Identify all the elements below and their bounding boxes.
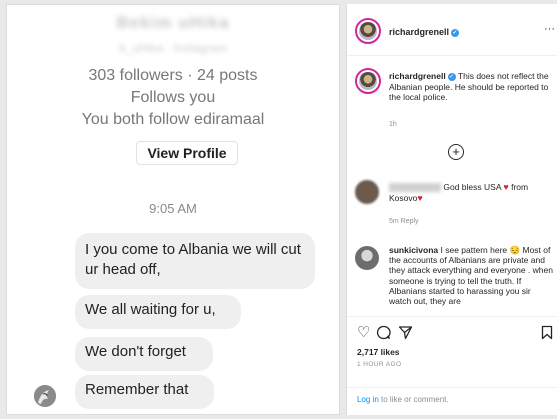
comment-text: God bless USA — [443, 182, 502, 192]
message-bubble: I you come to Albania we will cut ur hea… — [75, 233, 315, 289]
comment-meta: 5m Reply — [389, 218, 419, 225]
comment-text: I see pattern here — [440, 245, 508, 255]
comment-icon[interactable] — [376, 325, 391, 343]
post-actions-footer: ♡ 2,717 likes 1 HOUR AGO Log in to like … — [347, 316, 557, 415]
direct-message-panel: Bekim uHika b_uHika · Instagram 303 foll… — [6, 4, 340, 415]
share-icon[interactable] — [398, 325, 413, 343]
caption-author-avatar[interactable] — [355, 68, 381, 94]
post-author-username[interactable]: richardgrenell ✓ — [389, 27, 460, 37]
caption-username[interactable]: richardgrenell — [389, 71, 446, 81]
commenter-avatar[interactable] — [355, 246, 379, 270]
blurred-profile-name: Bekim uHika — [116, 13, 230, 32]
caption-time: 1h — [389, 121, 397, 128]
mutual-follow-label: You both follow ediramaal — [81, 111, 265, 128]
verified-badge-icon: ✓ — [447, 72, 456, 81]
login-prompt-text: to like or comment. — [378, 395, 449, 404]
comment: sunkicivona I see pattern here 😔 Most of… — [389, 245, 554, 315]
heart-icon[interactable]: ♡ — [357, 325, 370, 340]
bookmark-icon[interactable] — [541, 325, 553, 343]
screenshot-frame: Bekim uHika b_uHika · Instagram 303 foll… — [0, 0, 557, 419]
post-time-ago: 1 HOUR AGO — [357, 361, 402, 368]
profile-stats: 303 followers · 24 posts — [88, 67, 258, 84]
verified-badge-icon: ✓ — [451, 28, 460, 37]
like-count[interactable]: 2,717 likes — [357, 347, 400, 357]
sender-avatar[interactable] — [34, 385, 56, 407]
load-more-comments-icon[interactable]: + — [448, 144, 464, 160]
post-caption: richardgrenell ✓ This does not reflect th… — [389, 71, 549, 103]
message-bubble: We don't forget — [75, 337, 213, 371]
post-author-avatar[interactable] — [355, 18, 381, 44]
post-header: richardgrenell ✓ ··· — [347, 4, 557, 56]
username-text: richardgrenell — [389, 27, 450, 37]
heart-emoji-icon: ♥ — [417, 193, 423, 203]
avatar-icon — [34, 385, 56, 407]
avatar-image — [359, 72, 377, 90]
login-link[interactable]: Log in — [357, 395, 379, 404]
blurred-username — [389, 183, 441, 193]
instagram-post-panel: richardgrenell ✓ ··· richardgrenell ✓ This… — [346, 4, 557, 415]
comment-username[interactable]: sunkicivona — [389, 245, 438, 255]
login-prompt: Log in to like or comment. — [347, 387, 557, 411]
message-timestamp: 9:05 AM — [149, 201, 197, 216]
more-options-icon[interactable]: ··· — [544, 23, 555, 35]
disappointed-emoji-icon: 😔 — [509, 245, 521, 255]
message-bubble: Remember that — [75, 375, 214, 409]
commenter-avatar-blurred[interactable] — [355, 180, 379, 204]
comment: God bless USA ♥ from Kosovo♥ — [389, 182, 549, 204]
heart-emoji-icon: ♥ — [503, 182, 509, 192]
view-profile-button[interactable]: View Profile — [136, 141, 238, 165]
message-bubble: We all waiting for u, — [75, 295, 241, 329]
follows-you-label: Follows you — [130, 89, 216, 106]
blurred-profile-handle: b_uHika · Instagram — [118, 41, 228, 55]
avatar-image — [359, 22, 377, 40]
